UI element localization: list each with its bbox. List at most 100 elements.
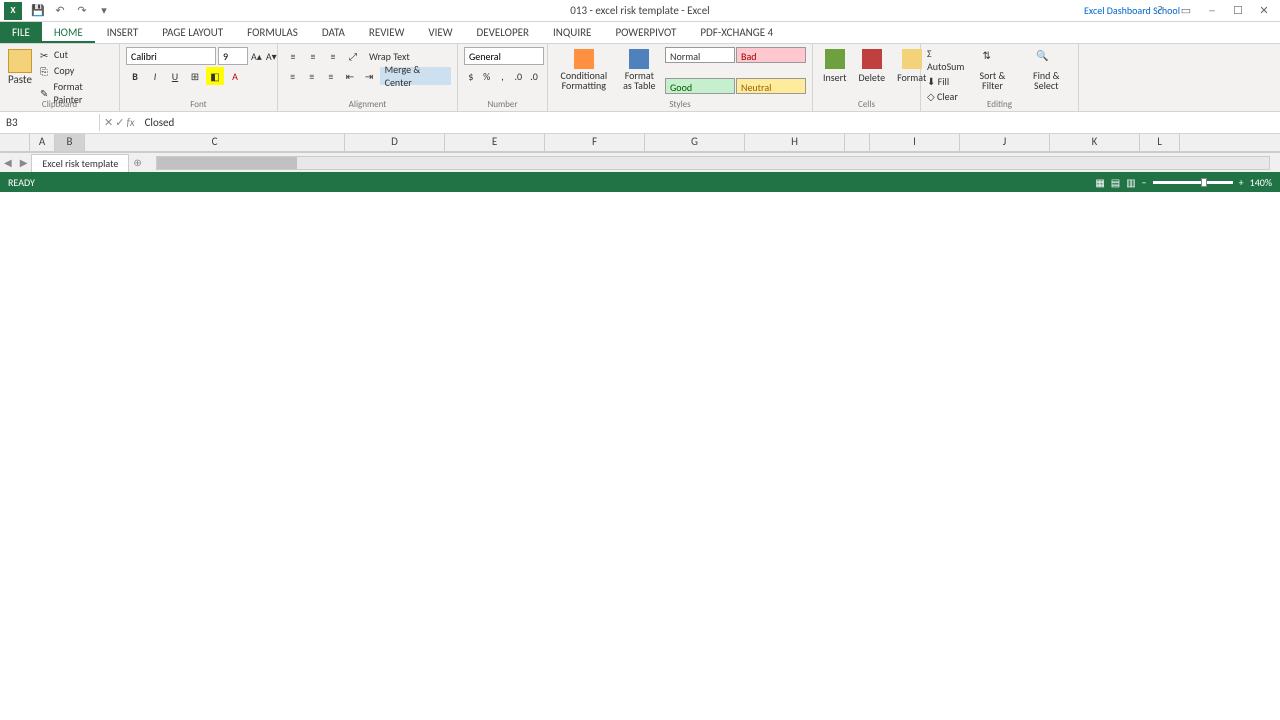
font-color-button[interactable]: A: [226, 67, 244, 85]
ribbon-tab-pdf-xchange-4[interactable]: PDF-XChange 4: [688, 22, 785, 43]
cell-style-bad[interactable]: Bad: [736, 47, 806, 63]
comma-icon[interactable]: ,: [496, 67, 510, 85]
indent-inc-icon[interactable]: ⇥: [361, 67, 378, 85]
view-layout-icon[interactable]: ▤: [1111, 176, 1120, 189]
col-header-corner[interactable]: [845, 134, 870, 151]
status-bar: READY ▦ ▤ ▥ − + 140%: [0, 172, 1280, 192]
ribbon-tab-insert[interactable]: INSERT: [95, 22, 151, 43]
col-header-I[interactable]: I: [870, 134, 960, 151]
editing-label: Editing: [921, 99, 1078, 110]
accounting-icon[interactable]: $: [464, 67, 478, 85]
col-header-E[interactable]: E: [445, 134, 545, 151]
col-header-L[interactable]: L: [1140, 134, 1180, 151]
cut-button[interactable]: ✂Cut: [38, 47, 113, 62]
zoom-out-icon[interactable]: −: [1142, 176, 1147, 189]
ribbon-tab-file[interactable]: FILE: [0, 22, 42, 43]
number-format-select[interactable]: [464, 47, 544, 65]
cells-label: Cells: [813, 99, 920, 110]
merge-center-button[interactable]: Merge & Center: [380, 67, 451, 85]
cancel-formula-icon[interactable]: ✕: [104, 116, 113, 129]
ribbon-tab-review[interactable]: REVIEW: [357, 22, 417, 43]
col-header-B[interactable]: B: [55, 134, 85, 151]
cell-style-normal[interactable]: Normal: [665, 47, 735, 63]
indent-dec-icon[interactable]: ⇤: [341, 67, 358, 85]
fill-color-button[interactable]: ◧: [206, 67, 224, 85]
zoom-slider[interactable]: [1153, 181, 1233, 184]
redo-icon[interactable]: ↷: [74, 3, 90, 19]
col-header-C[interactable]: C: [85, 134, 345, 151]
align-top-icon[interactable]: ≡: [284, 47, 302, 65]
view-normal-icon[interactable]: ▦: [1095, 176, 1104, 189]
styles-group: Conditional Formatting Format as Table N…: [548, 44, 813, 111]
cond-format-icon: [574, 49, 594, 69]
account-name[interactable]: Excel Dashboard School: [1084, 4, 1180, 17]
increase-font-icon[interactable]: A▴: [250, 47, 263, 65]
col-header-H[interactable]: H: [745, 134, 845, 151]
col-header-K[interactable]: K: [1050, 134, 1140, 151]
paste-label: Paste: [8, 73, 32, 86]
formula-bar[interactable]: Closed: [139, 114, 1280, 131]
font-size-select[interactable]: [218, 47, 248, 65]
styles-label: Styles: [548, 99, 812, 110]
align-right-icon[interactable]: ≡: [322, 67, 339, 85]
clipboard-label: Clipboard: [0, 99, 119, 110]
underline-button[interactable]: U: [166, 67, 184, 85]
cell-style-neutral[interactable]: Neutral: [736, 78, 806, 94]
col-header-J[interactable]: J: [960, 134, 1050, 151]
col-header-G[interactable]: G: [645, 134, 745, 151]
scroll-thumb[interactable]: [157, 157, 297, 169]
zoom-in-icon[interactable]: +: [1239, 176, 1244, 189]
decrease-font-icon[interactable]: A▾: [265, 47, 278, 65]
col-header-A[interactable]: A: [30, 134, 55, 151]
zoom-level[interactable]: 140%: [1250, 176, 1272, 189]
align-mid-icon[interactable]: ≡: [304, 47, 322, 65]
ribbon-tab-powerpivot[interactable]: POWERPIVOT: [603, 22, 688, 43]
maximize-icon[interactable]: ☐: [1226, 1, 1250, 21]
ribbon-tab-inquire[interactable]: INQUIRE: [541, 22, 603, 43]
new-sheet-icon[interactable]: ⊕: [129, 156, 145, 169]
view-break-icon[interactable]: ▥: [1126, 176, 1135, 189]
ribbon-tab-formulas[interactable]: FORMULAS: [235, 22, 310, 43]
autosum-button[interactable]: Σ AutoSum: [927, 47, 964, 73]
col-header-F[interactable]: F: [545, 134, 645, 151]
font-name-select[interactable]: [126, 47, 216, 65]
bold-button[interactable]: B: [126, 67, 144, 85]
zoom-thumb[interactable]: [1201, 178, 1207, 187]
fx-icon[interactable]: fx: [126, 116, 134, 129]
save-icon[interactable]: 💾: [30, 3, 46, 19]
minimize-icon[interactable]: ─: [1200, 1, 1224, 21]
dec-decimal-icon[interactable]: .0: [527, 67, 541, 85]
copy-button[interactable]: ⎘Copy: [38, 63, 113, 78]
ribbon-tab-page-layout[interactable]: PAGE LAYOUT: [150, 22, 235, 43]
cell-style-good[interactable]: Good: [665, 78, 735, 94]
ribbon-tab-home[interactable]: HOME: [42, 22, 95, 43]
sheet-tab[interactable]: Excel risk template: [31, 154, 129, 172]
border-button[interactable]: ⊞: [186, 67, 204, 85]
italic-button[interactable]: I: [146, 67, 164, 85]
align-ctr-icon[interactable]: ≡: [303, 67, 320, 85]
align-bot-icon[interactable]: ≡: [324, 47, 342, 65]
ribbon-tab-developer[interactable]: DEVELOPER: [465, 22, 541, 43]
align-left-icon[interactable]: ≡: [284, 67, 301, 85]
name-box[interactable]: B3: [0, 114, 100, 131]
undo-icon[interactable]: ↶: [52, 3, 68, 19]
qat-more-icon[interactable]: ▾: [96, 3, 112, 19]
ribbon-tab-data[interactable]: DATA: [310, 22, 357, 43]
inc-decimal-icon[interactable]: .0: [511, 67, 525, 85]
col-header-D[interactable]: D: [345, 134, 445, 151]
fill-button[interactable]: ⬇ Fill: [927, 75, 964, 88]
horizontal-scrollbar[interactable]: [156, 156, 1270, 170]
tab-nav-prev-icon[interactable]: ◀: [0, 156, 16, 169]
close-icon[interactable]: ✕: [1252, 1, 1276, 21]
tab-nav-next-icon[interactable]: ▶: [16, 156, 32, 169]
worksheet-area: ABCDEFGHIJKL2345678910111213141516171819…: [0, 134, 1280, 152]
col-header-corner[interactable]: [0, 134, 30, 151]
find-icon: 🔍: [1036, 49, 1056, 69]
orientation-icon[interactable]: ⤢: [344, 47, 362, 65]
enter-formula-icon[interactable]: ✓: [115, 116, 124, 129]
percent-icon[interactable]: %: [480, 67, 494, 85]
alignment-label: Alignment: [278, 99, 457, 110]
number-group: $ % , .0 .0 Number: [458, 44, 548, 111]
brush-icon: ✎: [40, 87, 51, 99]
ribbon-tab-view[interactable]: VIEW: [416, 22, 464, 43]
